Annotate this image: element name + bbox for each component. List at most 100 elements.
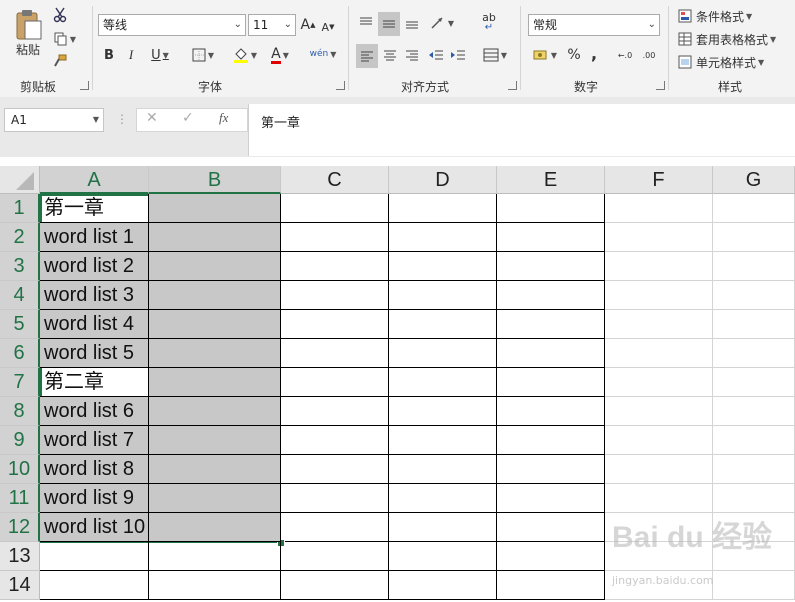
cell-a4[interactable]: word list 3 xyxy=(40,281,149,310)
cell-c9[interactable] xyxy=(281,426,389,455)
cell-d13[interactable] xyxy=(389,542,497,571)
cell-a6[interactable]: word list 5 xyxy=(40,339,149,368)
row-header-2[interactable]: 2 xyxy=(0,223,40,252)
cell-c6[interactable] xyxy=(281,339,389,368)
borders-button[interactable]: ▼ xyxy=(186,44,220,66)
row-header-8[interactable]: 8 xyxy=(0,397,40,426)
cell-c1[interactable] xyxy=(281,194,389,223)
cell-b3[interactable] xyxy=(149,252,281,281)
cell-a10[interactable]: word list 8 xyxy=(40,455,149,484)
cell-c2[interactable] xyxy=(281,223,389,252)
format-painter-button[interactable] xyxy=(52,52,68,70)
cell-b1[interactable] xyxy=(149,194,281,223)
cell-b9[interactable] xyxy=(149,426,281,455)
cell-a5[interactable]: word list 4 xyxy=(40,310,149,339)
font-size-dropdown[interactable]: 11 ⌄ xyxy=(248,14,296,36)
decrease-indent-button[interactable] xyxy=(426,44,446,66)
bold-button[interactable]: B xyxy=(100,44,118,66)
cell-g8[interactable] xyxy=(713,397,795,426)
cell-d5[interactable] xyxy=(389,310,497,339)
format-as-table-button[interactable]: 套用表格格式 ▼ xyxy=(678,29,790,49)
cell-f1[interactable] xyxy=(605,194,713,223)
comma-style-button[interactable]: , xyxy=(586,42,602,64)
cell-f11[interactable] xyxy=(605,484,713,513)
align-right-button[interactable] xyxy=(402,44,422,66)
align-center-button[interactable] xyxy=(380,44,400,66)
cell-b10[interactable] xyxy=(149,455,281,484)
cell-e14[interactable] xyxy=(497,571,605,600)
cell-c8[interactable] xyxy=(281,397,389,426)
insert-function-icon[interactable]: fx xyxy=(219,110,228,126)
cell-c13[interactable] xyxy=(281,542,389,571)
cell-b8[interactable] xyxy=(149,397,281,426)
cell-f7[interactable] xyxy=(605,368,713,397)
cell-f3[interactable] xyxy=(605,252,713,281)
row-header-1[interactable]: 1 xyxy=(0,194,40,223)
row-header-9[interactable]: 9 xyxy=(0,426,40,455)
cell-c5[interactable] xyxy=(281,310,389,339)
accounting-format-button[interactable]: ▼ xyxy=(528,44,562,66)
cell-b12[interactable] xyxy=(149,513,281,542)
cell-a13[interactable] xyxy=(40,542,149,571)
cell-f9[interactable] xyxy=(605,426,713,455)
row-header-5[interactable]: 5 xyxy=(0,310,40,339)
cell-g7[interactable] xyxy=(713,368,795,397)
decrease-decimal-button[interactable]: .00 xyxy=(638,44,660,66)
copy-button[interactable]: ▼ xyxy=(52,30,78,48)
column-header-c[interactable]: C xyxy=(281,166,389,194)
column-header-d[interactable]: D xyxy=(389,166,497,194)
cell-e8[interactable] xyxy=(497,397,605,426)
font-name-dropdown[interactable]: 等线 ⌄ xyxy=(98,14,246,36)
cell-c10[interactable] xyxy=(281,455,389,484)
phonetic-button[interactable]: wén ▼ xyxy=(306,42,340,66)
row-header-3[interactable]: 3 xyxy=(0,252,40,281)
cell-b7[interactable] xyxy=(149,368,281,397)
cell-e7[interactable] xyxy=(497,368,605,397)
cell-f2[interactable] xyxy=(605,223,713,252)
cell-d9[interactable] xyxy=(389,426,497,455)
cell-c14[interactable] xyxy=(281,571,389,600)
align-top-button[interactable] xyxy=(356,12,376,34)
cell-b13[interactable] xyxy=(149,542,281,571)
cell-c4[interactable] xyxy=(281,281,389,310)
cell-f10[interactable] xyxy=(605,455,713,484)
percent-button[interactable]: % xyxy=(566,44,582,66)
cancel-icon[interactable]: ✕ xyxy=(146,110,158,126)
wrap-text-button[interactable]: ab ↵ xyxy=(478,12,500,34)
cell-a12[interactable]: word list 10 xyxy=(40,513,149,542)
cell-d8[interactable] xyxy=(389,397,497,426)
cell-b14[interactable] xyxy=(149,571,281,600)
enter-icon[interactable]: ✓ xyxy=(182,110,194,126)
cell-f8[interactable] xyxy=(605,397,713,426)
cell-c11[interactable] xyxy=(281,484,389,513)
select-all-corner[interactable] xyxy=(0,166,40,194)
cell-c3[interactable] xyxy=(281,252,389,281)
font-color-button[interactable]: A ▼ xyxy=(264,44,296,66)
cell-c12[interactable] xyxy=(281,513,389,542)
cell-a14[interactable] xyxy=(40,571,149,600)
column-header-f[interactable]: F xyxy=(605,166,713,194)
formula-input[interactable]: 第一章 xyxy=(248,104,795,156)
number-launcher-icon[interactable] xyxy=(656,81,665,90)
align-bottom-button[interactable] xyxy=(402,12,422,34)
row-header-6[interactable]: 6 xyxy=(0,339,40,368)
italic-button[interactable]: I xyxy=(122,44,140,66)
cell-styles-button[interactable]: 单元格样式 ▼ xyxy=(678,52,778,72)
cell-f6[interactable] xyxy=(605,339,713,368)
cell-d6[interactable] xyxy=(389,339,497,368)
paste-button[interactable]: 粘贴 xyxy=(8,6,48,60)
chevron-down-icon[interactable]: ▼ xyxy=(93,109,99,131)
row-header-14[interactable]: 14 xyxy=(0,571,40,600)
row-header-4[interactable]: 4 xyxy=(0,281,40,310)
cell-a2[interactable]: word list 1 xyxy=(40,223,149,252)
cell-g4[interactable] xyxy=(713,281,795,310)
cell-d2[interactable] xyxy=(389,223,497,252)
cell-e6[interactable] xyxy=(497,339,605,368)
cell-a11[interactable]: word list 9 xyxy=(40,484,149,513)
cell-f4[interactable] xyxy=(605,281,713,310)
cell-b5[interactable] xyxy=(149,310,281,339)
cell-g6[interactable] xyxy=(713,339,795,368)
cell-e12[interactable] xyxy=(497,513,605,542)
cell-g11[interactable] xyxy=(713,484,795,513)
name-box[interactable]: A1 ▼ xyxy=(4,108,104,132)
